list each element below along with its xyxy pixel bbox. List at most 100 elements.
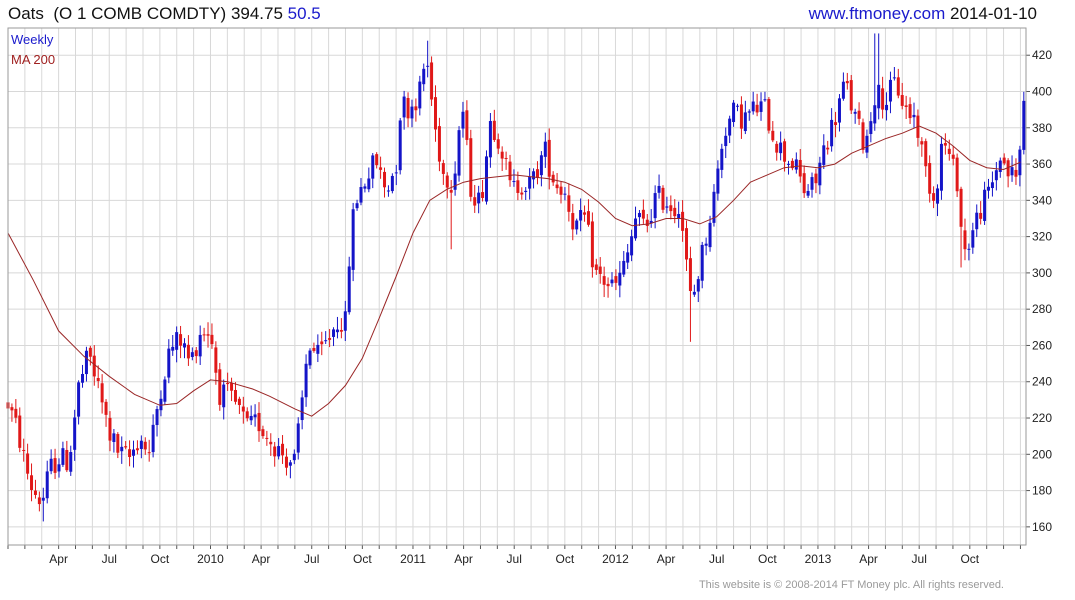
candle-body bbox=[230, 382, 234, 391]
candle-body bbox=[892, 77, 896, 79]
candle-body bbox=[877, 84, 881, 109]
candle-body bbox=[971, 230, 975, 248]
candle-body bbox=[936, 188, 940, 204]
candle-body bbox=[18, 415, 22, 448]
candle-body bbox=[532, 171, 536, 180]
candle-body bbox=[979, 212, 983, 219]
candle-body bbox=[296, 423, 300, 453]
x-tick-label: Apr bbox=[657, 552, 676, 566]
candle-body bbox=[222, 384, 226, 408]
candle-body bbox=[806, 190, 810, 196]
x-tick-label: 2012 bbox=[602, 552, 629, 566]
candle-body bbox=[830, 119, 834, 147]
candle-body bbox=[845, 81, 849, 84]
candle-body bbox=[328, 338, 332, 340]
candle-body bbox=[751, 101, 755, 112]
candle-body bbox=[1014, 169, 1018, 177]
candle-body bbox=[959, 188, 963, 227]
candle-body bbox=[120, 446, 124, 452]
candle-body bbox=[139, 440, 143, 449]
candle-body bbox=[171, 346, 175, 351]
x-tick-label: 2010 bbox=[197, 552, 224, 566]
candle-body bbox=[484, 156, 488, 202]
candle-body bbox=[543, 141, 547, 157]
candle-body bbox=[10, 407, 14, 411]
candle-body bbox=[14, 408, 18, 418]
candle-body bbox=[590, 221, 594, 268]
candle-body bbox=[414, 106, 418, 111]
candle-body bbox=[273, 446, 277, 457]
candle-body bbox=[645, 219, 649, 226]
candle-body bbox=[688, 258, 692, 292]
candle-body bbox=[720, 148, 724, 170]
candle-body bbox=[241, 406, 245, 412]
candle-body bbox=[269, 441, 273, 445]
y-tick-label: 260 bbox=[1032, 338, 1052, 352]
price-chart: 160 180 200 220 240 260 280 300 320 340 360 380 400 4… bbox=[6, 27, 1052, 566]
x-tick-label: Oct bbox=[758, 552, 777, 566]
candle-body bbox=[696, 279, 700, 292]
candle-body bbox=[708, 222, 712, 248]
candle-body bbox=[755, 104, 759, 113]
x-tick-label: Apr bbox=[252, 552, 271, 566]
candle-body bbox=[465, 110, 469, 140]
candle-body bbox=[426, 65, 430, 67]
candle-body bbox=[347, 266, 351, 313]
x-tick-label: Oct bbox=[151, 552, 170, 566]
candle-body bbox=[363, 186, 367, 189]
candle-body bbox=[492, 120, 496, 140]
candle-body bbox=[135, 448, 139, 451]
candle-body bbox=[567, 195, 571, 212]
candle-body bbox=[481, 192, 485, 198]
candle-body bbox=[151, 424, 155, 453]
candle-body bbox=[320, 341, 324, 345]
candle-body bbox=[1002, 157, 1006, 164]
candle-body bbox=[728, 118, 732, 136]
candle-body bbox=[104, 401, 108, 415]
candle-body bbox=[967, 248, 971, 250]
candle-body bbox=[30, 475, 34, 490]
candle-body bbox=[559, 186, 563, 195]
candle-body bbox=[516, 180, 520, 193]
candle-body bbox=[579, 210, 583, 221]
candle-body bbox=[504, 157, 508, 159]
candle-body bbox=[100, 383, 104, 403]
candle-body bbox=[116, 434, 120, 453]
candle-body bbox=[783, 141, 787, 162]
candle-body bbox=[402, 96, 406, 118]
candle-body bbox=[822, 145, 826, 165]
candle-body bbox=[496, 139, 500, 149]
candle-body bbox=[618, 272, 622, 286]
x-tick-label: Jul bbox=[102, 552, 117, 566]
y-tick-label: 360 bbox=[1032, 157, 1052, 171]
candle-body bbox=[73, 417, 77, 450]
candle-body bbox=[943, 143, 947, 146]
candle-body bbox=[53, 458, 57, 473]
candle-body bbox=[692, 291, 696, 295]
candle-body bbox=[759, 101, 763, 112]
candle-body bbox=[802, 173, 806, 194]
candle-body bbox=[810, 177, 814, 190]
candle-body bbox=[508, 161, 512, 181]
candle-body bbox=[77, 382, 81, 417]
candle-body bbox=[449, 190, 453, 193]
candle-body bbox=[308, 350, 312, 366]
candle-body bbox=[704, 243, 708, 246]
candle-body bbox=[461, 111, 465, 129]
candle-body bbox=[735, 105, 739, 107]
candle-body bbox=[881, 88, 885, 110]
candle-body bbox=[441, 163, 445, 174]
candle-body bbox=[853, 111, 857, 114]
candle-body bbox=[837, 98, 841, 123]
candle-body bbox=[155, 409, 159, 426]
candle-body bbox=[924, 141, 928, 167]
legend-frequency: Weekly bbox=[11, 32, 54, 47]
y-tick-label: 400 bbox=[1032, 84, 1052, 98]
candle-body bbox=[547, 139, 551, 177]
candle-body bbox=[998, 160, 1002, 172]
candle-body bbox=[555, 184, 559, 189]
candle-body bbox=[908, 104, 912, 119]
candle-body bbox=[226, 382, 230, 385]
candle-body bbox=[994, 170, 998, 181]
candle-body bbox=[983, 189, 987, 221]
